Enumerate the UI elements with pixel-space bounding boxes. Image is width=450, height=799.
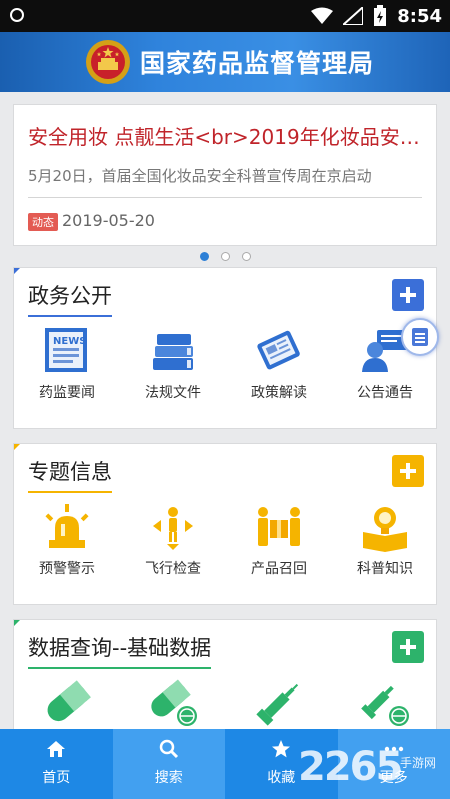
capsule-icon [47, 680, 91, 722]
news-summary: 5月20日，首届全国化妆品安全科普宣传周在京启动 [28, 167, 372, 185]
nav-label: 搜索 [154, 770, 183, 786]
menu-item-policy[interactable]: 政策解读 [226, 326, 332, 402]
star-icon [272, 740, 290, 758]
menu-item-device-data[interactable] [226, 678, 332, 730]
menu-item-flight-inspection[interactable]: 飞行检查 [120, 502, 226, 578]
expand-plus-button[interactable] [392, 631, 424, 663]
menu-item-regulations[interactable]: 法规文件 [120, 326, 226, 402]
alarm-light-icon [45, 504, 89, 548]
syringe-icon [256, 683, 299, 726]
menu-item-label: 产品召回 [251, 561, 307, 577]
menu-item-label: 预警警示 [39, 561, 95, 577]
divider [28, 197, 422, 198]
section-government-affairs: 政务公开 NEWS 药监要闻 法规文件 政策解读 公告通告 [13, 267, 437, 429]
recall-icon [258, 507, 300, 546]
section-special-topics: 专题信息 预警警示 飞行检查 产品召回 科普知识 [13, 443, 437, 605]
wifi-icon [311, 7, 334, 24]
lightbulb-book-icon [363, 507, 407, 552]
national-emblem-icon [86, 40, 130, 84]
news-date: 2019-05-20 [62, 211, 155, 230]
news-scroll-icon [257, 330, 300, 370]
floating-assist-button[interactable] [401, 318, 439, 356]
clock: 8:54 [397, 5, 442, 27]
syringe-globe-icon [361, 685, 409, 726]
search-icon [159, 739, 178, 759]
menu-item-science[interactable]: 科普知识 [332, 502, 436, 578]
pager-dot[interactable] [242, 252, 251, 261]
section-title: 数据查询--基础数据 [28, 632, 212, 669]
menu-item-product-recall[interactable]: 产品召回 [226, 502, 332, 578]
section-data-query: 数据查询--基础数据 [13, 619, 437, 731]
menu-item-label: 法规文件 [145, 385, 201, 401]
news-carousel-card[interactable]: 安全用妆 点靓生活<br>2019年化妆品安全科普宣传周 5月20日，首届全国化… [13, 104, 437, 246]
home-icon [47, 741, 65, 757]
newspaper-icon: NEWS [45, 328, 87, 372]
menu-item-warnings[interactable]: 预警警示 [14, 502, 120, 578]
menu-item-label: 政策解读 [251, 385, 307, 401]
section-corner-accent [14, 268, 20, 274]
menu-item-drug-data[interactable] [14, 678, 120, 730]
menu-item-label: 飞行检查 [145, 561, 201, 577]
capsule-globe-icon [151, 679, 197, 726]
nav-home[interactable]: 首页 [0, 729, 113, 799]
document-icon [412, 328, 428, 346]
section-title: 政务公开 [28, 280, 112, 317]
app-header: 国家药品监督管理局 [0, 32, 450, 92]
battery-icon [374, 5, 387, 26]
carousel-pager [200, 252, 251, 261]
watermark-number: 2265 [298, 744, 403, 790]
status-bar: 8:54 [0, 0, 450, 32]
news-headline[interactable]: 安全用妆 点靓生活<br>2019年化妆品安全科普宣传周 [28, 121, 428, 150]
pager-dot-active[interactable] [200, 252, 209, 261]
status-indicators: 8:54 [311, 4, 442, 28]
expand-plus-button[interactable] [392, 279, 424, 311]
inspection-icon [153, 507, 193, 550]
expand-plus-button[interactable] [392, 455, 424, 487]
agency-title: 国家药品监督管理局 [140, 49, 375, 78]
nav-search[interactable]: 搜索 [112, 729, 225, 799]
section-corner-accent [14, 620, 20, 626]
news-tag-badge: 动态 [28, 213, 58, 231]
nav-label: 首页 [42, 770, 71, 786]
menu-item-label: 药监要闻 [39, 385, 95, 401]
section-title: 专题信息 [28, 456, 112, 493]
menu-item-imported-drug-data[interactable] [120, 678, 226, 730]
svg-text:NEWS: NEWS [53, 336, 86, 347]
pager-dot[interactable] [221, 252, 230, 261]
books-icon [153, 334, 193, 370]
signal-icon [343, 7, 364, 25]
menu-item-label: 公告通告 [357, 385, 413, 401]
site-watermark: 2265 手游网 [298, 744, 448, 794]
watermark-site: 手游网 [400, 756, 437, 770]
menu-item-label: 科普知识 [357, 561, 413, 577]
menu-item-imported-device-data[interactable] [332, 678, 436, 730]
menu-item-news[interactable]: NEWS 药监要闻 [14, 326, 120, 402]
app-notification-icon [10, 8, 24, 22]
section-corner-accent [14, 444, 20, 450]
